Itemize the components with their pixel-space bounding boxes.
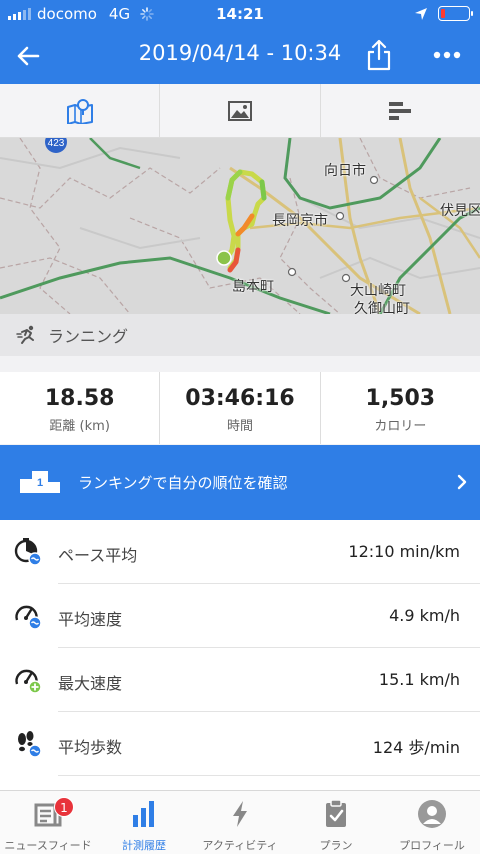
detail-tabs xyxy=(0,84,480,138)
bottom-tab-bar: 1 ニュースフィード 計測履歴 アクティビティ プラン プロフィール xyxy=(0,790,480,854)
status-time: 14:21 xyxy=(216,5,264,23)
stat-duration-value: 03:46:16 xyxy=(185,386,295,411)
map-label-mukou: 向日市 xyxy=(324,163,366,179)
pace-icon xyxy=(14,538,42,566)
stat-calories: 1,503 カロリー xyxy=(321,372,480,444)
map-label-nagaokakyo: 長岡京市 xyxy=(272,213,328,229)
podium-icon: 1 xyxy=(20,471,60,493)
speed-max-icon xyxy=(15,669,42,694)
more-dots-icon[interactable] xyxy=(432,42,462,68)
stat-distance-value: 18.58 xyxy=(44,386,115,411)
page-title: 2019/04/14 - 10:34 xyxy=(138,41,342,65)
stat-duration-label: 時間 xyxy=(226,419,253,434)
stat-calories-label: カロリー xyxy=(374,419,427,434)
battery-icon xyxy=(438,6,473,21)
map-label-shimamoto: 島本町 xyxy=(232,279,274,295)
bar-list-icon xyxy=(389,101,412,120)
map-icon xyxy=(66,98,93,124)
tabbar-profile-label: プロフィール xyxy=(399,839,465,852)
detail-row-max-speed: 最大速度 15.1 km/h xyxy=(0,648,480,712)
clipboard-icon xyxy=(326,799,346,827)
ranking-banner[interactable]: 1 ランキングで自分の順位を確認 xyxy=(0,445,480,520)
detail-label-avg-speed: 平均速度 xyxy=(58,610,123,629)
detail-label-cadence: 平均歩数 xyxy=(58,738,123,757)
history-bars-icon xyxy=(133,801,154,827)
app-header: 2019/04/14 - 10:34 xyxy=(0,28,480,84)
location-arrow-icon xyxy=(415,7,427,20)
detail-value-cadence: 124 歩/min xyxy=(372,738,460,757)
profile-icon xyxy=(418,800,446,828)
detail-list: ペース平均 12:10 min/km 平均速度 4.9 km/h 最大速度 15… xyxy=(0,520,480,790)
route-map[interactable]: 423 向日市 長岡京市 伏見区 島本町 大山崎町 久御山町 xyxy=(0,138,480,314)
detail-value-avg-speed: 4.9 km/h xyxy=(389,606,460,625)
tabbar-profile[interactable]: プロフィール xyxy=(384,791,480,854)
tabbar-newsfeed-label: ニュースフィード xyxy=(4,839,92,852)
stat-distance: 18.58 距離 (km) xyxy=(0,372,161,444)
detail-row-cadence: 平均歩数 124 歩/min xyxy=(0,712,480,776)
lightning-icon xyxy=(233,801,247,827)
share-icon[interactable] xyxy=(364,38,394,72)
status-bar: docomo 4G 14:21 xyxy=(0,0,480,28)
tabbar-activity[interactable]: アクティビティ xyxy=(192,791,288,854)
footsteps-icon xyxy=(18,731,42,758)
chevron-right-icon xyxy=(457,474,467,490)
map-label-kuze: 久御山町 xyxy=(354,301,410,314)
tabbar-plan[interactable]: プラン xyxy=(288,791,384,854)
activity-type-bar: ランニング xyxy=(0,314,480,356)
speed-average-icon xyxy=(15,605,42,630)
tab-photos[interactable] xyxy=(160,84,321,137)
activity-type-label: ランニング xyxy=(48,327,129,346)
map-label-fushimi: 伏見区 xyxy=(440,203,480,219)
newsfeed-badge: 1 xyxy=(54,797,74,817)
detail-value-pace: 12:10 min/km xyxy=(348,542,460,561)
tabbar-newsfeed[interactable]: 1 ニュースフィード xyxy=(0,791,96,854)
tabbar-history-label: 計測履歴 xyxy=(122,839,166,852)
detail-row-avg-speed: 平均速度 4.9 km/h xyxy=(0,584,480,648)
route-start-marker xyxy=(216,250,232,266)
detail-label-max-speed: 最大速度 xyxy=(58,674,123,693)
route-sign-number: 423 xyxy=(48,138,65,149)
detail-row-pace: ペース平均 12:10 min/km xyxy=(0,520,480,584)
detail-label-pace: ペース平均 xyxy=(58,546,138,565)
status-right xyxy=(414,6,473,21)
detail-value-max-speed: 15.1 km/h xyxy=(378,670,460,689)
tab-splits[interactable] xyxy=(321,84,480,137)
podium-number: 1 xyxy=(37,477,43,489)
tabbar-activity-label: アクティビティ xyxy=(202,839,278,852)
tabbar-history[interactable]: 計測履歴 xyxy=(96,791,192,854)
tab-map[interactable] xyxy=(0,84,161,137)
ranking-label: ランキングで自分の順位を確認 xyxy=(78,474,288,492)
tabbar-plan-label: プラン xyxy=(319,839,353,852)
stat-calories-value: 1,503 xyxy=(365,386,436,411)
stat-distance-label: 距離 (km) xyxy=(49,419,110,434)
stat-duration: 03:46:16 時間 xyxy=(160,372,321,444)
running-icon xyxy=(16,325,34,344)
map-label-oyamazaki: 大山崎町 xyxy=(350,283,406,299)
image-icon xyxy=(227,100,252,121)
summary-stats: 18.58 距離 (km) 03:46:16 時間 1,503 カロリー xyxy=(0,372,480,444)
